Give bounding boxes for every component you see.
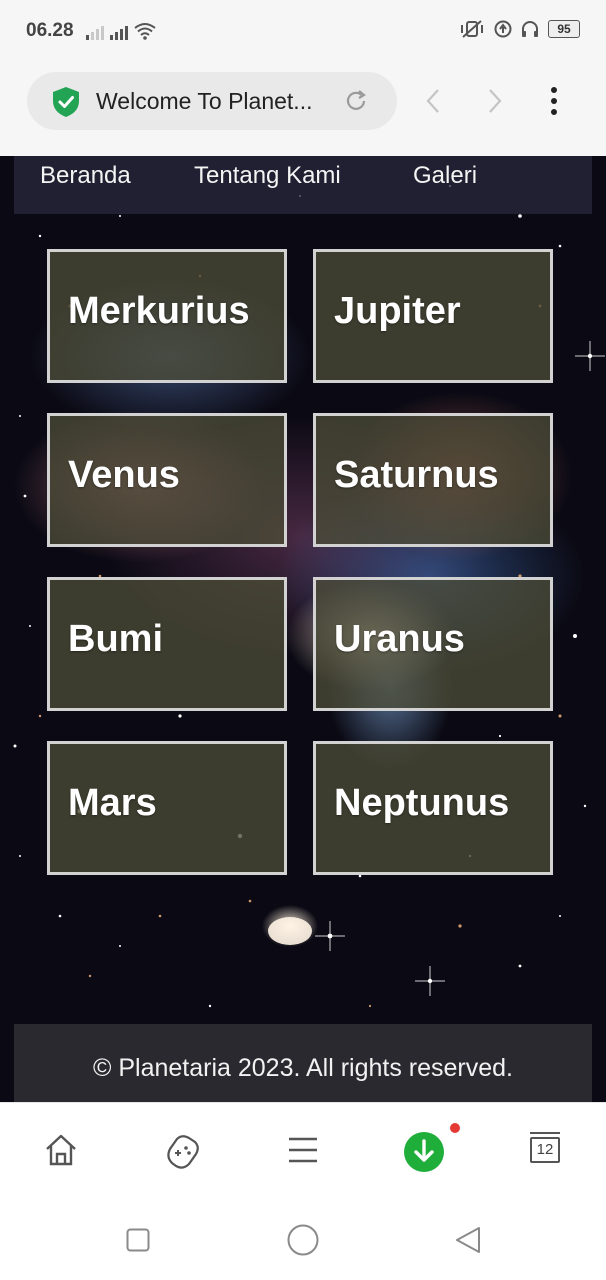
planet-card-neptunus[interactable]: Neptunus bbox=[313, 741, 553, 875]
tabs-icon[interactable]: 12 bbox=[530, 1132, 560, 1163]
vibrate-mute-icon bbox=[461, 20, 483, 38]
recent-apps-icon[interactable] bbox=[126, 1228, 150, 1252]
address-bar[interactable]: Welcome To Planet... bbox=[27, 72, 397, 130]
planet-card-uranus[interactable]: Uranus bbox=[313, 577, 553, 711]
signal-icon bbox=[110, 24, 128, 40]
signal-icon bbox=[86, 24, 104, 40]
footer-copyright: © Planetaria 2023. All rights reserved. bbox=[92, 1054, 514, 1082]
system-navigation-bar bbox=[0, 1200, 606, 1280]
planet-card-merkurius[interactable]: Merkurius bbox=[47, 249, 287, 383]
browser-bar: Welcome To Planet... bbox=[0, 62, 606, 156]
planet-card-venus[interactable]: Venus bbox=[47, 413, 287, 547]
home-icon[interactable] bbox=[44, 1133, 78, 1167]
planet-name: Bumi bbox=[68, 618, 163, 660]
battery-indicator: 95 bbox=[548, 20, 580, 38]
status-bar: 06.28 95 bbox=[0, 0, 606, 62]
data-saver-icon bbox=[494, 20, 512, 38]
nav-link-tentang-kami[interactable]: Tentang Kami bbox=[194, 162, 341, 190]
status-right-icons: 95 bbox=[459, 20, 580, 38]
nav-link-beranda[interactable]: Beranda bbox=[40, 162, 131, 190]
page-footer: © Planetaria 2023. All rights reserved. bbox=[14, 1024, 592, 1102]
headphones-icon bbox=[522, 21, 538, 37]
planet-card-bumi[interactable]: Bumi bbox=[47, 577, 287, 711]
top-navigation: Beranda Tentang Kami Galeri bbox=[14, 156, 592, 214]
forward-arrow-icon[interactable] bbox=[487, 88, 503, 114]
wifi-icon bbox=[134, 23, 156, 40]
more-options-icon[interactable] bbox=[548, 86, 560, 118]
download-icon[interactable] bbox=[403, 1131, 445, 1173]
planet-name: Mars bbox=[68, 782, 157, 824]
planet-name: Saturnus bbox=[334, 454, 499, 496]
secure-shield-icon bbox=[53, 87, 79, 117]
menu-icon[interactable] bbox=[287, 1133, 319, 1167]
planet-name: Uranus bbox=[334, 618, 465, 660]
game-controller-icon[interactable] bbox=[163, 1133, 201, 1169]
planet-card-jupiter[interactable]: Jupiter bbox=[313, 249, 553, 383]
planet-name: Neptunus bbox=[334, 782, 510, 824]
back-button-icon[interactable] bbox=[454, 1226, 482, 1254]
planet-name: Venus bbox=[68, 454, 180, 496]
web-page: Beranda Tentang Kami Galeri Merkurius Ju… bbox=[0, 156, 606, 1102]
browser-toolbar: 12 bbox=[0, 1102, 606, 1201]
nav-link-galeri[interactable]: Galeri bbox=[413, 162, 477, 190]
back-arrow-icon[interactable] bbox=[425, 88, 441, 114]
status-time: 06.28 bbox=[26, 20, 74, 41]
planet-name: Jupiter bbox=[334, 290, 461, 332]
planet-name: Merkurius bbox=[68, 290, 250, 332]
planet-card-mars[interactable]: Mars bbox=[47, 741, 287, 875]
status-left-icons bbox=[86, 22, 156, 40]
reload-icon[interactable] bbox=[343, 88, 369, 114]
home-button-icon[interactable] bbox=[287, 1224, 319, 1256]
page-title: Welcome To Planet... bbox=[96, 88, 313, 114]
notification-dot bbox=[450, 1123, 460, 1133]
planet-card-saturnus[interactable]: Saturnus bbox=[313, 413, 553, 547]
